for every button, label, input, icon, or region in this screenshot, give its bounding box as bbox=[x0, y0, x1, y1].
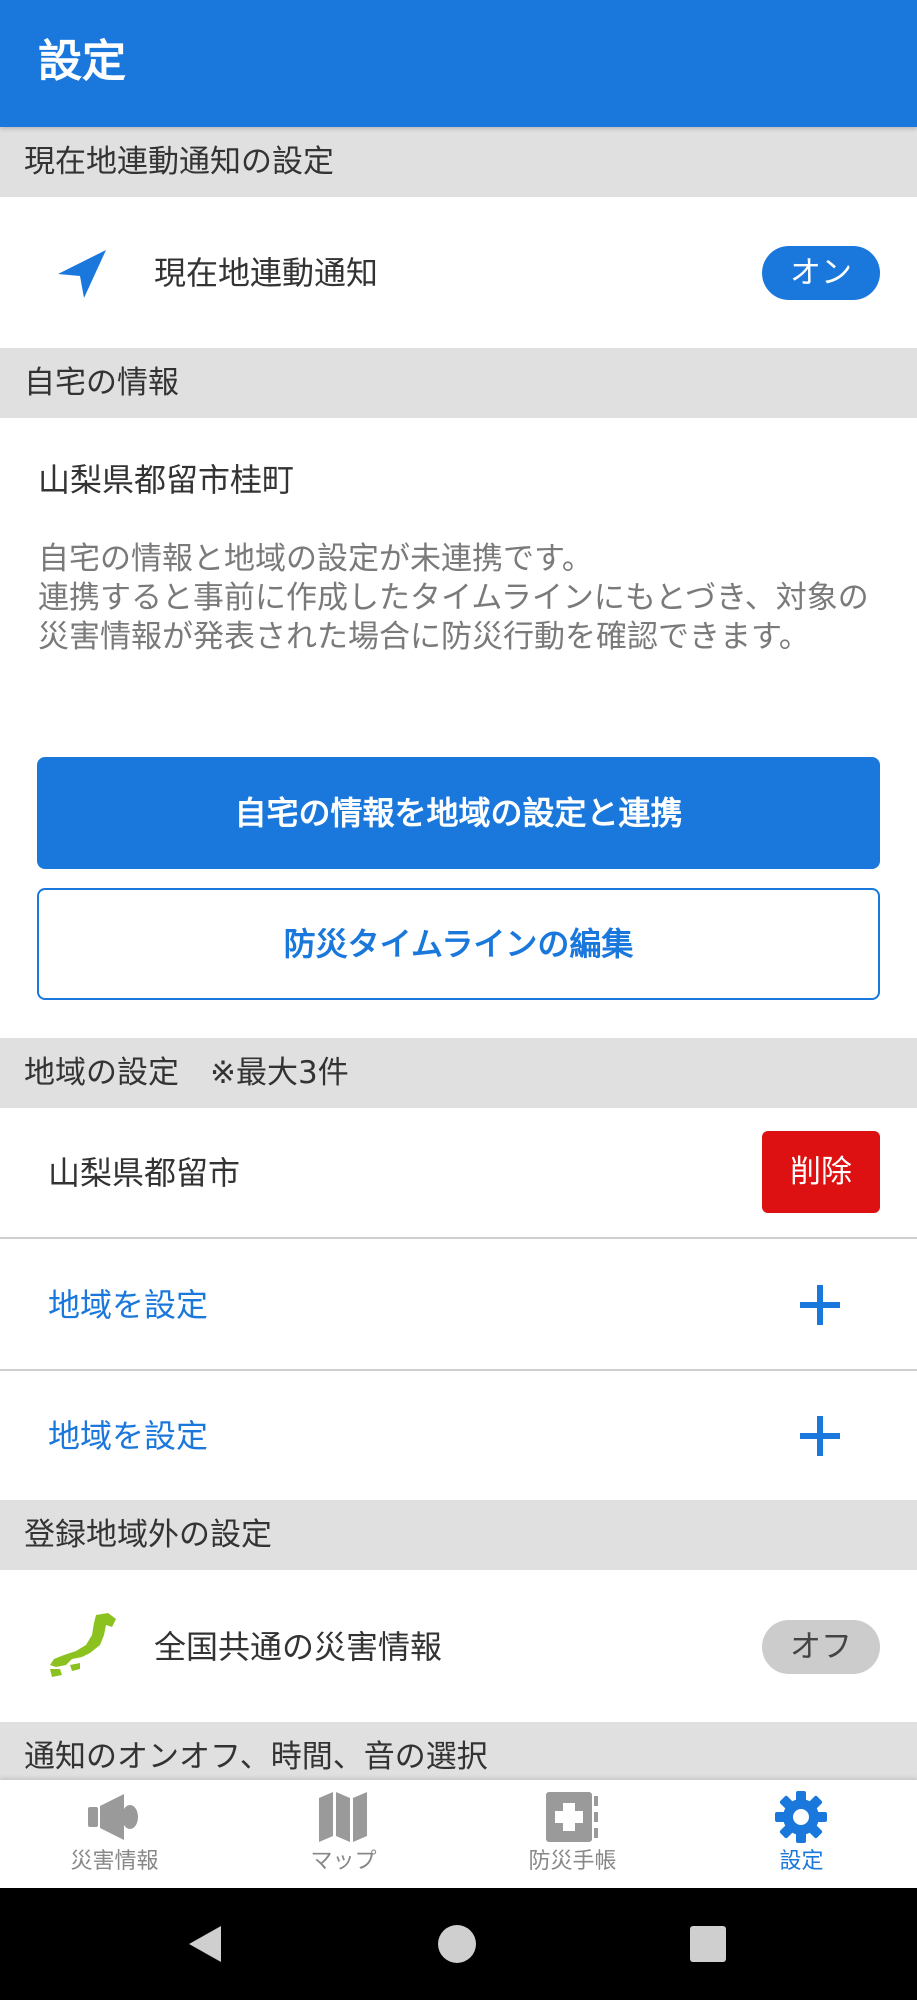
location-notification-label: 現在地連動通知 bbox=[154, 254, 379, 292]
divider bbox=[0, 1237, 917, 1239]
nav-tab-handbook[interactable]: 防災手帳 bbox=[458, 1780, 687, 1888]
link-home-to-region-button[interactable]: 自宅の情報を地域の設定と連携 bbox=[37, 757, 880, 869]
section-header-region: 地域の設定 ※最大3件 bbox=[0, 1038, 917, 1108]
navigation-arrow-icon bbox=[58, 250, 106, 298]
edit-timeline-button[interactable]: 防災タイムラインの編集 bbox=[37, 888, 880, 1000]
nav-tab-label: 防災手帳 bbox=[528, 1849, 617, 1874]
japan-map-icon bbox=[50, 1613, 116, 1677]
home-icon[interactable] bbox=[437, 1924, 477, 1964]
add-region-label: 地域を設定 bbox=[48, 1417, 209, 1455]
map-icon bbox=[319, 1792, 367, 1842]
recents-icon[interactable] bbox=[690, 1926, 726, 1962]
handbook-icon bbox=[546, 1792, 598, 1842]
app-bar: 設定 bbox=[0, 0, 917, 127]
nav-tab-map[interactable]: マップ bbox=[229, 1780, 458, 1888]
back-icon[interactable] bbox=[185, 1924, 225, 1964]
nav-tab-settings[interactable]: 設定 bbox=[687, 1780, 916, 1888]
page-title: 設定 bbox=[38, 36, 126, 87]
section-header-home: 自宅の情報 bbox=[0, 348, 917, 418]
system-navigation-bar bbox=[0, 1888, 917, 2000]
plus-icon bbox=[800, 1416, 840, 1456]
divider bbox=[0, 1369, 917, 1371]
home-link-description: 自宅の情報と地域の設定が未連携です。 連携すると事前に作成したタイムラインにもと… bbox=[38, 541, 869, 655]
gear-icon bbox=[775, 1791, 827, 1843]
section-header-outside: 登録地域外の設定 bbox=[0, 1500, 917, 1570]
region-name: 山梨県都留市 bbox=[48, 1154, 241, 1192]
add-region-label: 地域を設定 bbox=[48, 1286, 209, 1324]
nav-tab-label: マップ bbox=[310, 1849, 377, 1874]
section-header-location: 現在地連動通知の設定 bbox=[0, 127, 917, 197]
nationwide-info-toggle[interactable]: オフ bbox=[762, 1620, 880, 1674]
plus-icon bbox=[800, 1285, 840, 1325]
bottom-navigation: 災害情報 マップ 防災手帳 設定 bbox=[0, 1780, 917, 1888]
nationwide-info-label: 全国共通の災害情報 bbox=[154, 1628, 443, 1666]
megaphone-icon bbox=[88, 1794, 138, 1840]
location-notification-toggle[interactable]: オン bbox=[762, 246, 880, 300]
home-address: 山梨県都留市桂町 bbox=[38, 461, 295, 499]
nav-tab-disaster-info[interactable]: 災害情報 bbox=[0, 1780, 229, 1888]
nav-tab-label: 災害情報 bbox=[70, 1849, 159, 1874]
delete-region-button[interactable]: 削除 bbox=[762, 1131, 880, 1213]
nav-tab-label: 設定 bbox=[779, 1849, 824, 1874]
